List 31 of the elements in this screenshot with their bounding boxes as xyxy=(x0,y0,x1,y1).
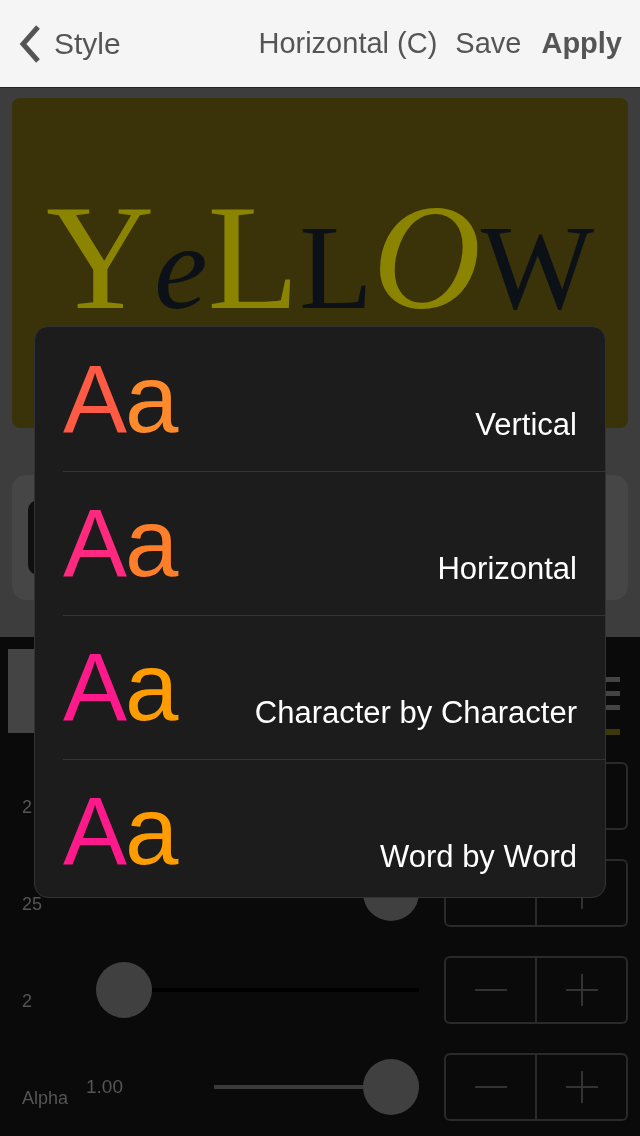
option-label: Word by Word xyxy=(380,839,577,875)
color-swatch[interactable] xyxy=(8,649,34,733)
style-sample: Aa xyxy=(63,495,177,591)
slider[interactable] xyxy=(214,1058,419,1115)
plus-icon xyxy=(565,973,598,1006)
back-button[interactable]: Style xyxy=(18,23,121,64)
row-label: 2 xyxy=(21,991,33,1012)
row-label: 25 xyxy=(21,894,44,915)
increment-button[interactable] xyxy=(537,1052,628,1121)
chevron-left-icon xyxy=(18,23,42,64)
decrement-button[interactable] xyxy=(444,1052,537,1121)
slider[interactable] xyxy=(96,961,419,1018)
style-option[interactable]: Aa Vertical xyxy=(35,327,605,471)
action-button[interactable]: Save xyxy=(455,27,522,60)
option-label: Character by Character xyxy=(254,695,577,731)
plus-icon xyxy=(565,1070,598,1103)
style-title: Horizontal (C) xyxy=(258,27,438,60)
style-option[interactable]: Aa Horizontal xyxy=(63,471,605,615)
style-sample: Aa xyxy=(63,351,177,447)
action-button[interactable]: Apply xyxy=(541,27,622,60)
option-label: Vertical xyxy=(475,407,577,443)
decrement-button[interactable] xyxy=(444,955,537,1024)
style-option[interactable]: Aa Character by Character xyxy=(63,615,605,759)
option-label: Horizontal xyxy=(437,551,577,587)
value-text: 1.00 xyxy=(86,1075,123,1097)
increment-button[interactable] xyxy=(537,955,628,1024)
style-option[interactable]: Aa Word by Word xyxy=(63,759,605,897)
row-label: Alpha xyxy=(21,1088,70,1109)
row-label: 2 xyxy=(21,797,33,818)
style-sample: Aa xyxy=(63,783,177,879)
style-sample: Aa xyxy=(63,639,177,735)
